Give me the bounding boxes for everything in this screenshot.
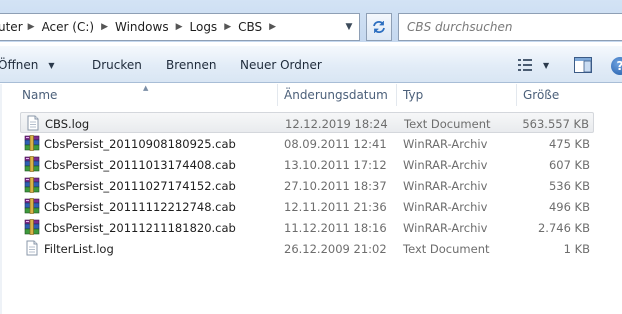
file-name: CbsPersist_20110908180925.cab [44,136,236,151]
file-type: Text Document [404,116,491,131]
column-header-date-label: Änderungsdatum [284,88,388,102]
column-header-size-label: Größe [523,88,560,102]
column-header-date[interactable]: Änderungsdatum [278,84,396,106]
refresh-icon [373,21,385,33]
winrar-archive-icon [24,135,40,151]
file-type: WinRAR-Archiv [403,157,488,172]
file-row[interactable]: CbsPersist_20111013174408.cab 13.10.2011 … [20,154,594,175]
file-date: 11.12.2011 18:16 [284,220,387,235]
view-options-icon[interactable] [518,58,532,72]
chevron-right-icon[interactable]: ▶ [174,22,185,32]
open-label: Öffnen [0,58,39,72]
file-name: CbsPersist_20111027174152.cab [44,178,236,193]
help-icon[interactable]: ? [611,57,622,75]
winrar-archive-icon [24,219,40,235]
breadcrumb-windows[interactable]: Windows [110,20,174,34]
winrar-archive-icon [24,177,40,193]
chevron-down-icon: ▼ [543,60,550,70]
chevron-right-icon[interactable]: ▶ [28,22,37,32]
print-button[interactable]: Drucken [92,46,142,84]
file-row[interactable]: CbsPersist_20110908180925.cab 08.09.2011 … [20,133,594,154]
chevron-right-icon[interactable]: ▶ [267,22,278,32]
file-row[interactable]: CbsPersist_20111112212748.cab 12.11.2011 … [20,196,594,217]
winrar-archive-icon [24,198,40,214]
file-size: 475 KB [548,136,590,151]
preview-pane-icon[interactable] [574,57,592,73]
column-header-name[interactable]: Name [16,84,278,106]
column-header-type[interactable]: Typ [397,84,517,106]
chevron-right-icon[interactable]: ▶ [222,22,233,32]
file-row[interactable]: CbsPersist_20111211181820.cab 11.12.2011 … [20,217,594,238]
column-header-name-label: Name [22,88,58,102]
file-row[interactable]: CbsPersist_20111027174152.cab 27.10.2011 … [20,175,594,196]
file-type: Text Document [403,241,490,256]
file-row[interactable]: CBS.log 12.12.2019 18:24 Text Document 563.… [20,112,594,133]
winrar-archive-icon [24,156,40,172]
breadcrumb: uter ▶ Acer (C:) ▶ Windows ▶ Logs ▶ CBS … [0,14,278,40]
open-button[interactable]: Öffnen ▼ [0,46,54,84]
navigation-pane-edge [0,84,2,314]
address-bar[interactable]: uter ▶ Acer (C:) ▶ Windows ▶ Logs ▶ CBS … [0,13,360,41]
file-size: 2.746 KB [537,220,590,235]
file-name: CbsPersist_20111013174408.cab [44,157,236,172]
burn-label: Brennen [166,58,217,72]
refresh-button[interactable] [366,13,392,41]
burn-button[interactable]: Brennen [166,46,216,84]
breadcrumb-computer[interactable]: uter [0,20,28,34]
search-box[interactable] [398,13,622,41]
file-name: CbsPersist_20111112212748.cab [44,199,236,214]
column-header-size[interactable]: Größe [517,84,597,106]
breadcrumb-drive[interactable]: Acer (C:) [37,20,100,34]
file-date: 08.09.2011 12:41 [284,136,387,151]
chevron-down-icon: ▼ [345,22,353,32]
address-history-dropdown[interactable]: ▼ [338,13,360,41]
file-date: 12.11.2011 21:36 [284,199,387,214]
print-label: Drucken [92,58,142,72]
file-size: 1 KB [563,241,590,256]
search-input[interactable] [407,17,607,37]
chevron-right-icon[interactable]: ▶ [99,22,110,32]
file-date: 13.10.2011 17:12 [284,157,387,172]
file-name: CbsPersist_20111211181820.cab [44,220,236,235]
file-type: WinRAR-Archiv [403,136,488,151]
file-size: 563.557 KB [522,116,589,131]
file-date: 27.10.2011 18:37 [284,178,387,193]
view-dropdown[interactable]: ▼ [543,46,549,84]
file-size: 496 KB [548,199,590,214]
file-size: 536 KB [548,178,590,193]
file-size: 607 KB [548,157,590,172]
breadcrumb-logs[interactable]: Logs [185,20,223,34]
text-file-icon [25,115,41,131]
file-name: FilterList.log [44,241,114,256]
file-date: 26.12.2009 21:02 [284,241,387,256]
file-row[interactable]: FilterList.log 26.12.2009 21:02 Text Docum… [20,238,594,259]
file-list: ▲ Name Änderungsdatum Typ Größe CBS.log 1… [0,84,622,314]
file-type: WinRAR-Archiv [403,220,488,235]
text-file-icon [24,240,40,256]
file-date: 12.12.2019 18:24 [285,116,388,131]
chevron-down-icon: ▼ [48,60,55,70]
breadcrumb-cbs[interactable]: CBS [233,20,267,34]
column-header-type-label: Typ [403,88,424,102]
new-folder-label: Neuer Ordner [240,58,322,72]
file-type: WinRAR-Archiv [403,178,488,193]
file-name: CBS.log [45,116,90,131]
file-type: WinRAR-Archiv [403,199,488,214]
new-folder-button[interactable]: Neuer Ordner [240,46,322,84]
command-bar: Öffnen ▼ Drucken Brennen Neuer Ordner ▼ … [0,45,622,83]
